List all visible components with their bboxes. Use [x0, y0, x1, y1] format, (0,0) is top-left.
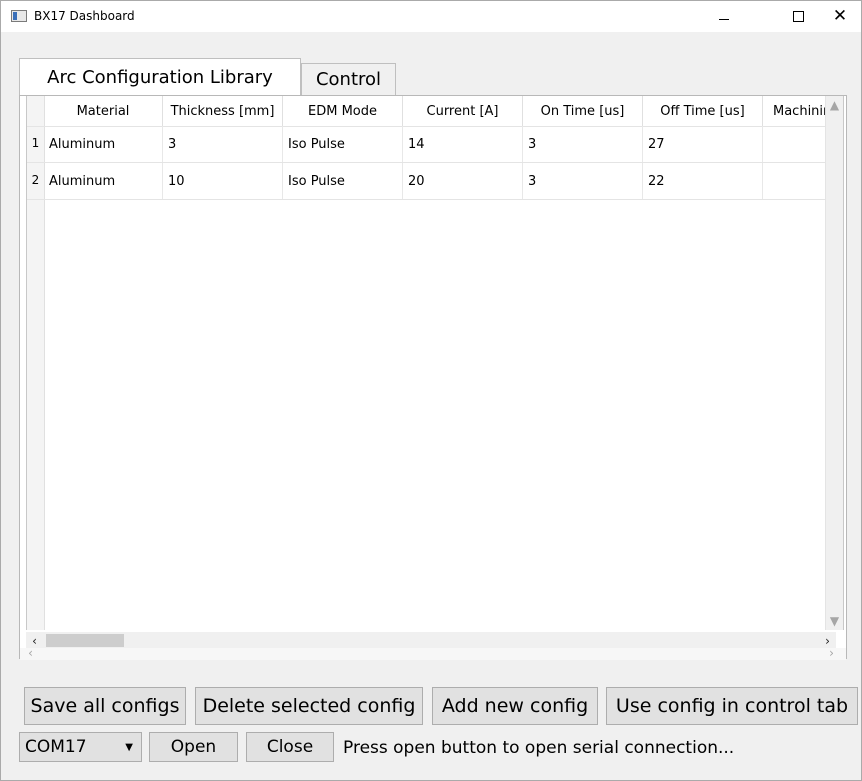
column-header[interactable]: Thickness [mm]: [163, 96, 283, 126]
vertical-scrollbar[interactable]: ▲ ▼: [825, 96, 843, 630]
open-button[interactable]: Open: [149, 732, 238, 762]
table-row[interactable]: Aluminum 10 Iso Pulse 20 3 22: [27, 163, 843, 200]
table-cell[interactable]: 3: [523, 126, 643, 162]
scrollbar-thumb[interactable]: [46, 634, 124, 647]
tab-arc-configuration-library[interactable]: Arc Configuration Library: [19, 58, 301, 95]
column-header[interactable]: On Time [us]: [523, 96, 643, 126]
column-header[interactable]: Off Time [us]: [643, 96, 763, 126]
close-icon: ✕: [832, 6, 848, 26]
table-cell[interactable]: Aluminum: [44, 126, 163, 162]
status-bar: COM17 ▼ Open Close Press open button to …: [1, 729, 861, 765]
maximize-button[interactable]: [775, 1, 821, 32]
minimize-button[interactable]: [701, 1, 747, 32]
close-connection-button[interactable]: Close: [246, 732, 334, 762]
table-cell[interactable]: 3: [163, 126, 283, 162]
table-cell[interactable]: 10: [163, 163, 283, 199]
table-cell[interactable]: 20: [403, 163, 523, 199]
table-cell[interactable]: Iso Pulse: [283, 126, 403, 162]
column-header[interactable]: Current [A]: [403, 96, 523, 126]
table-cell[interactable]: 3: [523, 163, 643, 199]
port-select-value: COM17: [25, 737, 87, 757]
table-cell[interactable]: 22: [643, 163, 763, 199]
app-window: BX17 Dashboard ✕ Arc Configuration Libra…: [0, 0, 862, 781]
close-button[interactable]: ✕: [817, 1, 862, 32]
table-row[interactable]: Aluminum 3 Iso Pulse 14 3 27: [27, 126, 843, 163]
column-header[interactable]: EDM Mode: [283, 96, 403, 126]
chevron-down-icon: ▼: [125, 742, 133, 753]
scroll-left-icon[interactable]: ‹: [22, 646, 39, 660]
window-title: BX17 Dashboard: [34, 9, 135, 23]
use-config-in-control-tab-button[interactable]: Use config in control tab: [606, 687, 858, 725]
table-header-row: Material Thickness [mm] EDM Mode Current…: [27, 96, 843, 127]
port-select[interactable]: COM17 ▼: [19, 732, 142, 762]
delete-selected-config-button[interactable]: Delete selected config: [195, 687, 423, 725]
tab-panel: 1 2 Material Thickness [mm] EDM Mode Cur…: [19, 95, 847, 660]
table-cell[interactable]: Aluminum: [44, 163, 163, 199]
column-header[interactable]: Material: [44, 96, 163, 126]
scroll-right-icon[interactable]: ›: [823, 646, 840, 660]
table-cell[interactable]: Iso Pulse: [283, 163, 403, 199]
outer-horizontal-scrollbar[interactable]: ‹ ›: [20, 646, 846, 660]
table-cell[interactable]: 14: [403, 126, 523, 162]
app-icon: [11, 10, 27, 22]
scroll-up-icon[interactable]: ▲: [826, 98, 843, 112]
add-new-config-button[interactable]: Add new config: [432, 687, 598, 725]
table-cell[interactable]: 27: [643, 126, 763, 162]
tab-control[interactable]: Control: [301, 63, 396, 95]
maximize-icon: [792, 11, 804, 22]
status-message: Press open button to open serial connect…: [343, 738, 735, 758]
horizontal-scrollbar[interactable]: ‹ ›: [26, 632, 836, 649]
save-all-configs-button[interactable]: Save all configs: [24, 687, 186, 725]
scroll-down-icon[interactable]: ▼: [826, 614, 843, 628]
title-bar[interactable]: BX17 Dashboard ✕: [1, 1, 861, 32]
config-table[interactable]: 1 2 Material Thickness [mm] EDM Mode Cur…: [26, 96, 844, 630]
minimize-icon: [719, 19, 729, 20]
